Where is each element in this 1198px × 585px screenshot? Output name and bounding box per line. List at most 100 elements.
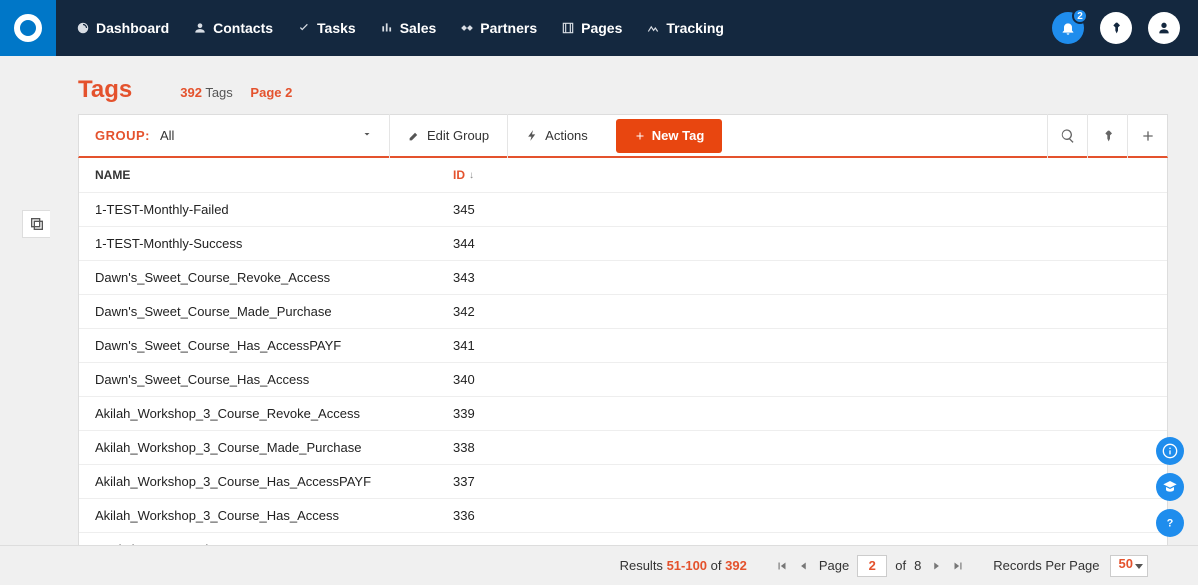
table-row[interactable]: Akilah_Workshop_3_Course_Has_Access336	[79, 499, 1167, 533]
new-tag-button[interactable]: New Tag	[616, 119, 723, 153]
add-column-button[interactable]	[1127, 114, 1167, 158]
nav-label: Partners	[480, 20, 537, 36]
nav-dashboard[interactable]: Dashboard	[76, 20, 169, 36]
nav-label: Tracking	[666, 20, 724, 36]
pencil-icon	[408, 129, 421, 142]
group-selector[interactable]: GROUP: All	[79, 128, 389, 143]
help-button[interactable]: ?	[1156, 509, 1184, 537]
university-button[interactable]	[1156, 473, 1184, 501]
column-header-id-label: ID	[453, 168, 465, 182]
side-tab-button[interactable]	[22, 210, 50, 238]
pin-column-button[interactable]	[1087, 114, 1127, 158]
header-stats: 392 Tags Page 2	[180, 85, 292, 100]
rpp-label: Records Per Page	[993, 558, 1099, 573]
nav-right: 2	[1052, 12, 1198, 44]
cell-name: 1-TEST-Monthly-Failed	[95, 202, 453, 217]
table-row[interactable]: Dawn's_Sweet_Course_Made_Purchase342	[79, 295, 1167, 329]
data-table: NAME ID ↓ 1-TEST-Monthly-Failed3451-TEST…	[78, 158, 1168, 568]
table-row[interactable]: Akilah_Workshop_3_Course_Made_Purchase33…	[79, 431, 1167, 465]
search-button[interactable]	[1047, 114, 1087, 158]
nav-items: Dashboard Contacts Tasks Sales Partners …	[56, 20, 1052, 36]
cell-id: 339	[453, 406, 475, 421]
plus-icon	[1140, 128, 1156, 144]
cell-id: 337	[453, 474, 475, 489]
toolbar: GROUP: All Edit Group Actions New Tag	[78, 114, 1168, 158]
chevron-down-icon	[361, 128, 373, 143]
cell-name: Dawn's_Sweet_Course_Has_AccessPAYF	[95, 338, 453, 353]
results-summary: Results 51-100 of 392	[620, 558, 747, 573]
notification-badge: 2	[1072, 8, 1088, 24]
cell-name: Akilah_Workshop_3_Course_Has_Access	[95, 508, 453, 523]
page-header: Tags 392 Tags Page 2	[78, 76, 1168, 104]
search-icon	[1060, 128, 1076, 144]
nav-tracking[interactable]: Tracking	[646, 20, 724, 36]
rpp-select[interactable]: 50	[1110, 555, 1148, 577]
actions-button[interactable]: Actions	[508, 114, 606, 158]
page-label: Page	[819, 558, 849, 573]
next-page-button[interactable]	[929, 559, 943, 573]
pager: Page of 8	[775, 555, 965, 577]
info-button[interactable]	[1156, 437, 1184, 465]
table-row[interactable]: Akilah_Workshop_3_Course_Has_AccessPAYF3…	[79, 465, 1167, 499]
svg-text:?: ?	[1167, 517, 1174, 529]
record-count-label: Tags	[205, 85, 232, 100]
actions-label: Actions	[545, 128, 588, 143]
cell-id: 342	[453, 304, 475, 319]
nav-label: Sales	[400, 20, 437, 36]
cell-id: 338	[453, 440, 475, 455]
check-icon	[297, 21, 311, 35]
of-label: of	[895, 558, 906, 573]
nav-contacts[interactable]: Contacts	[193, 20, 273, 36]
cell-name: Dawn's_Sweet_Course_Revoke_Access	[95, 270, 453, 285]
column-header-name[interactable]: NAME	[95, 168, 453, 182]
nav-label: Tasks	[317, 20, 356, 36]
pin-button[interactable]	[1100, 12, 1132, 44]
page-label: Page	[250, 85, 281, 100]
pin-icon	[1100, 128, 1116, 144]
prev-page-button[interactable]	[797, 559, 811, 573]
results-range: 51-100	[667, 558, 707, 573]
cell-name: Akilah_Workshop_3_Course_Revoke_Access	[95, 406, 453, 421]
last-page-button[interactable]	[951, 559, 965, 573]
cell-name: Akilah_Workshop_3_Course_Made_Purchase	[95, 440, 453, 455]
nav-label: Contacts	[213, 20, 273, 36]
nav-pages[interactable]: Pages	[561, 20, 622, 36]
sort-desc-icon: ↓	[469, 170, 474, 181]
page-number: 2	[285, 85, 292, 100]
cell-id: 336	[453, 508, 475, 523]
main: Tags 392 Tags Page 2 GROUP: All Edit Gro…	[0, 56, 1198, 568]
floating-help-icons: ?	[1156, 437, 1184, 537]
nav-sales[interactable]: Sales	[380, 20, 437, 36]
group-label: GROUP:	[95, 128, 150, 143]
of-label: of	[711, 558, 722, 573]
table-row[interactable]: Dawn's_Sweet_Course_Revoke_Access343	[79, 261, 1167, 295]
table-row[interactable]: Akilah_Workshop_3_Course_Revoke_Access33…	[79, 397, 1167, 431]
plus-icon	[634, 130, 646, 142]
top-navbar: Dashboard Contacts Tasks Sales Partners …	[0, 0, 1198, 56]
table-row[interactable]: Dawn's_Sweet_Course_Has_Access340	[79, 363, 1167, 397]
table-row[interactable]: 1-TEST-Monthly-Success344	[79, 227, 1167, 261]
edit-group-button[interactable]: Edit Group	[390, 114, 507, 158]
table-header: NAME ID ↓	[79, 158, 1167, 193]
first-page-button[interactable]	[775, 559, 789, 573]
cell-id: 345	[453, 202, 475, 217]
pagination-footer: Results 51-100 of 392 Page of 8 Records …	[0, 545, 1198, 585]
nav-partners[interactable]: Partners	[460, 20, 537, 36]
notifications-button[interactable]: 2	[1052, 12, 1084, 44]
cell-id: 344	[453, 236, 475, 251]
bolt-icon	[526, 129, 539, 142]
cell-id: 341	[453, 338, 475, 353]
cell-name: Dawn's_Sweet_Course_Made_Purchase	[95, 304, 453, 319]
table-row[interactable]: 1-TEST-Monthly-Failed345	[79, 193, 1167, 227]
nav-tasks[interactable]: Tasks	[297, 20, 356, 36]
column-header-id[interactable]: ID ↓	[453, 168, 474, 182]
results-label: Results	[620, 558, 663, 573]
tracking-icon	[646, 21, 660, 35]
profile-button[interactable]	[1148, 12, 1180, 44]
page-input[interactable]	[857, 555, 887, 577]
table-row[interactable]: Dawn's_Sweet_Course_Has_AccessPAYF341	[79, 329, 1167, 363]
results-total: 392	[725, 558, 747, 573]
new-tag-label: New Tag	[652, 128, 705, 143]
app-logo[interactable]	[0, 0, 56, 56]
cell-name: Akilah_Workshop_3_Course_Has_AccessPAYF	[95, 474, 453, 489]
